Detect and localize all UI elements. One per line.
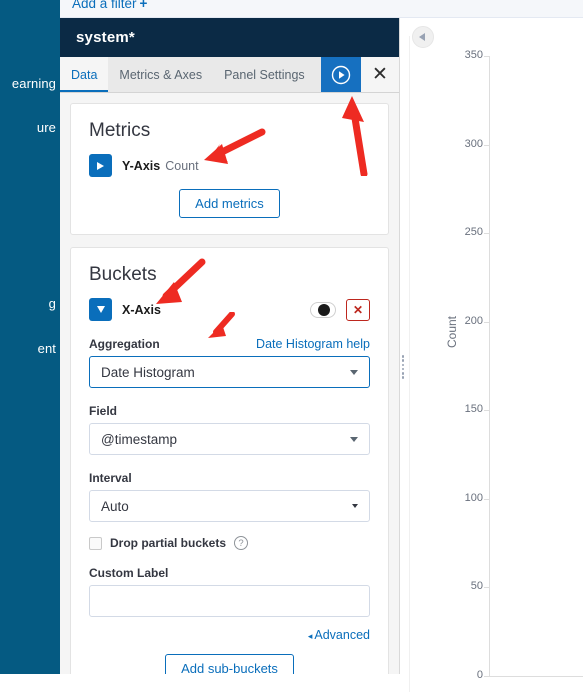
- field-value: @timestamp: [101, 431, 177, 447]
- add-filter-button[interactable]: Add a filter +: [72, 0, 147, 11]
- interval-value: Auto: [101, 498, 129, 514]
- metric-value-label: Count: [165, 158, 199, 173]
- aggregation-label-row: Aggregation Date Histogram help: [89, 337, 370, 351]
- metrics-heading: Metrics: [89, 120, 151, 141]
- buckets-heading: Buckets: [89, 264, 157, 285]
- date-histogram-help-link[interactable]: Date Histogram help: [256, 337, 370, 351]
- aggregation-select[interactable]: Date Histogram: [89, 356, 370, 388]
- bucket-axis-label: X-Axis: [122, 302, 161, 317]
- tab-panel-settings[interactable]: Panel Settings: [213, 57, 316, 92]
- y-axis-tick-mark: [484, 321, 489, 323]
- chevron-down-icon: [352, 504, 358, 508]
- buckets-card: Buckets X-Axis ✕ Aggregation Date Histog…: [70, 247, 389, 674]
- remove-bucket-button[interactable]: ✕: [346, 298, 370, 321]
- sidebar-item-infrastructure[interactable]: ure: [37, 120, 56, 135]
- add-metrics-button[interactable]: Add metrics: [179, 189, 280, 218]
- question-mark-glyph: ?: [238, 537, 244, 549]
- custom-label-input[interactable]: [89, 585, 370, 617]
- chevron-down-icon: [350, 437, 358, 442]
- y-axis-tick-mark: [484, 498, 489, 500]
- field-select[interactable]: @timestamp: [89, 423, 370, 455]
- sidebar-item-label: ent: [37, 341, 56, 356]
- expand-metric-button[interactable]: [89, 154, 112, 177]
- tab-label: Panel Settings: [224, 67, 305, 82]
- y-axis-tick-mark: [484, 233, 489, 235]
- y-axis-line: [489, 56, 490, 676]
- y-axis-tick-mark: [484, 410, 489, 412]
- sidebar-item-label: earning: [11, 76, 56, 91]
- apply-changes-button[interactable]: [321, 57, 361, 92]
- advanced-toggle-link[interactable]: ◂ Advanced: [308, 628, 370, 642]
- tab-metrics-axes[interactable]: Metrics & Axes: [108, 57, 213, 92]
- triangle-left-icon: ◂: [307, 631, 313, 641]
- y-axis-tick-label: 100: [464, 491, 483, 504]
- drop-partial-buckets-label: Drop partial buckets: [110, 536, 227, 550]
- add-filter-label: Add a filter: [72, 0, 137, 11]
- chevron-left-icon: [419, 33, 425, 41]
- drop-partial-buckets-checkbox[interactable]: [89, 536, 102, 550]
- interval-select[interactable]: Auto: [89, 490, 370, 522]
- y-axis-tick-mark: [484, 676, 489, 677]
- sidebar-item-label: ure: [36, 120, 56, 135]
- y-axis-tick-mark: [484, 56, 489, 57]
- y-axis-tick-label: 250: [464, 226, 483, 239]
- close-icon: ✕: [352, 302, 364, 317]
- play-circle-icon: [331, 65, 351, 84]
- collapse-bucket-button[interactable]: [89, 298, 112, 321]
- y-axis-tick-label: 0: [476, 669, 483, 681]
- sidebar-item-monitoring[interactable]: g: [49, 296, 56, 311]
- x-axis-baseline: [489, 676, 583, 677]
- y-axis-tick-mark: [484, 144, 489, 146]
- editor-body: Metrics Y-Axis Count Add metrics Buckets…: [60, 93, 399, 674]
- filter-bar: Add a filter +: [60, 0, 583, 18]
- tab-label: Data: [71, 67, 98, 82]
- tab-label: Metrics & Axes: [119, 67, 203, 82]
- help-icon[interactable]: ?: [234, 536, 249, 550]
- sidebar-item-management[interactable]: ent: [38, 341, 56, 356]
- bucket-row-x-axis[interactable]: X-Axis ✕: [89, 298, 370, 321]
- y-axis-title: Count: [445, 315, 459, 348]
- metrics-card: Metrics Y-Axis Count Add metrics: [70, 103, 389, 235]
- chart-left-edge: [409, 36, 410, 692]
- metric-axis-label: Y-Axis: [122, 158, 161, 173]
- chart-area: Count 350 300 250 200 150 100 50 0: [409, 18, 583, 692]
- aggregation-value: Date Histogram: [101, 364, 195, 380]
- panel-resize-handle[interactable]: [399, 355, 407, 379]
- y-axis-tick-label: 300: [464, 137, 483, 150]
- drop-partial-buckets-row: Drop partial buckets ?: [89, 536, 370, 550]
- y-axis-tick-label: 50: [470, 580, 483, 593]
- triangle-right-icon: [97, 161, 104, 170]
- aggregation-label: Aggregation: [89, 337, 160, 351]
- editor-tabbar: Data Metrics & Axes Panel Settings ✕: [60, 57, 399, 93]
- y-axis-tick-label: 350: [464, 49, 483, 61]
- custom-label-label: Custom Label: [89, 566, 169, 580]
- close-editor-button[interactable]: ✕: [361, 57, 399, 92]
- plus-icon: +: [139, 0, 148, 11]
- add-sub-buckets-row: Add sub-buckets: [89, 654, 370, 674]
- close-icon: ✕: [372, 64, 388, 85]
- y-axis-tick-label: 150: [464, 403, 483, 416]
- collapse-editor-button[interactable]: [412, 26, 434, 48]
- page-title: system*: [76, 29, 135, 46]
- app-sidebar: earning ure g ent: [0, 0, 60, 674]
- y-axis-tick-mark: [484, 587, 489, 589]
- editor-header: system*: [60, 18, 399, 57]
- interval-label: Interval: [89, 471, 132, 485]
- sidebar-item-label: g: [48, 296, 56, 311]
- chevron-down-icon: [350, 370, 358, 375]
- add-metrics-row: Add metrics: [89, 189, 370, 218]
- tab-data[interactable]: Data: [60, 57, 109, 92]
- advanced-label: Advanced: [314, 628, 370, 642]
- metric-row-y-axis[interactable]: Y-Axis Count: [89, 154, 370, 177]
- y-axis-tick-label: 200: [464, 314, 483, 327]
- visualization-editor-panel: system* Data Metrics & Axes Panel Settin…: [60, 18, 400, 674]
- field-label: Field: [89, 404, 118, 418]
- triangle-down-icon: [96, 306, 105, 313]
- add-sub-buckets-button[interactable]: Add sub-buckets: [165, 654, 294, 674]
- enable-bucket-toggle[interactable]: [310, 301, 336, 318]
- sidebar-item-machine-learning[interactable]: earning: [12, 76, 56, 91]
- advanced-row: ◂ Advanced: [89, 628, 370, 642]
